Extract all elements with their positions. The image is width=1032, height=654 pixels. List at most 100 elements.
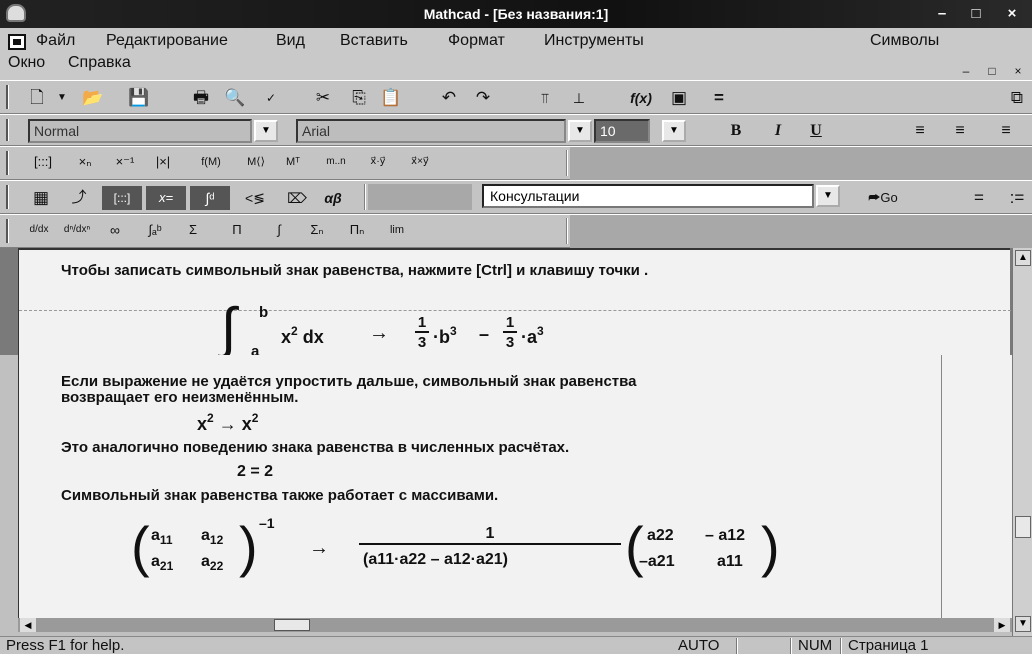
style-dropdown-icon[interactable]: ▼ bbox=[254, 120, 278, 142]
worksheet-body[interactable]: Если выражение не удаётся упростить даль… bbox=[18, 355, 1012, 618]
matrix-subscript-button[interactable]: ×ₙ bbox=[70, 150, 100, 174]
toolbar-grip[interactable] bbox=[6, 219, 9, 243]
hscroll-thumb[interactable] bbox=[274, 619, 310, 631]
infinity-button[interactable]: ∞ bbox=[100, 218, 130, 242]
resources-select[interactable]: Консультации bbox=[482, 184, 814, 208]
toolbar-grip[interactable] bbox=[6, 85, 9, 109]
mdi-close-button[interactable]: × bbox=[1010, 64, 1026, 78]
matrix-inverse-button[interactable]: ×⁻¹ bbox=[110, 150, 140, 174]
menu-insert[interactable]: Вставить bbox=[340, 32, 408, 50]
toolbar-grip[interactable] bbox=[6, 119, 9, 141]
new-icon[interactable]: 🗋 bbox=[24, 86, 50, 110]
scroll-down-arrow-icon[interactable]: ▼ bbox=[1015, 616, 1031, 632]
font-dropdown-icon[interactable]: ▼ bbox=[568, 120, 592, 142]
integrand[interactable]: x2 dx bbox=[281, 324, 324, 348]
undo-icon[interactable]: ↶ bbox=[436, 86, 462, 110]
cut-icon[interactable]: ✂ bbox=[310, 86, 336, 110]
copy-icon[interactable]: ⎘ bbox=[346, 86, 372, 110]
transpose-button[interactable]: Mᵀ bbox=[278, 150, 308, 174]
scroll-left-arrow-icon[interactable]: ◀ bbox=[20, 618, 36, 632]
limit-button[interactable]: lim bbox=[380, 218, 414, 242]
style-select[interactable]: Normal bbox=[28, 119, 252, 143]
save-icon[interactable]: 💾 bbox=[126, 86, 152, 110]
boolean-palette-icon[interactable]: <≶ bbox=[242, 186, 268, 210]
menu-edit[interactable]: Редактирование bbox=[106, 32, 228, 50]
minimize-button[interactable]: – bbox=[928, 4, 956, 24]
menu-file[interactable]: Файл bbox=[36, 32, 75, 50]
text-region-3[interactable]: Это аналогично поведению знака равенства… bbox=[61, 439, 569, 456]
scroll-right-arrow-icon[interactable]: ▶ bbox=[994, 618, 1010, 632]
product-button[interactable]: Πₙ bbox=[342, 218, 372, 242]
font-select[interactable]: Arial bbox=[296, 119, 566, 143]
indefinite-integral-button[interactable]: ∫ bbox=[264, 218, 294, 242]
menu-tools[interactable]: Инструменты bbox=[544, 32, 644, 50]
derivative-button[interactable]: d/dx bbox=[24, 218, 54, 242]
calculus-palette-icon[interactable]: ∫ᵈ bbox=[190, 186, 230, 210]
italic-button[interactable]: I bbox=[766, 119, 790, 143]
font-size-dropdown-icon[interactable]: ▼ bbox=[662, 120, 686, 142]
menu-help[interactable]: Справка bbox=[68, 54, 131, 72]
text-region-4[interactable]: Символьный знак равенства также работает… bbox=[61, 487, 498, 504]
print-preview-icon[interactable]: 🔍 bbox=[222, 86, 248, 110]
text-region-2b[interactable]: возвращает его неизменённым. bbox=[61, 389, 298, 406]
calculate-icon[interactable]: = bbox=[706, 86, 732, 110]
matrix-palette-icon[interactable]: [:::] bbox=[102, 186, 142, 210]
x-squared-expression[interactable]: x2 → x2 bbox=[197, 411, 258, 435]
range-sum-button[interactable]: Σ bbox=[178, 218, 208, 242]
go-button[interactable]: ⮫Go bbox=[858, 186, 908, 210]
two-equals-two[interactable]: 2 = 2 bbox=[237, 463, 273, 481]
spell-check-icon[interactable]: ✓ bbox=[258, 86, 284, 110]
definite-integral-button[interactable]: ∫ₐᵇ bbox=[140, 218, 170, 242]
mdi-minimize-button[interactable]: – bbox=[958, 64, 974, 78]
insert-function-icon[interactable]: f(x) bbox=[628, 86, 654, 110]
sum-button[interactable]: Σₙ bbox=[302, 218, 332, 242]
determinant-button[interactable]: |×| bbox=[148, 150, 178, 174]
close-button[interactable]: × bbox=[998, 4, 1026, 24]
print-icon[interactable]: 🖶 bbox=[188, 86, 214, 110]
programming-palette-icon[interactable]: ⌦ bbox=[284, 186, 310, 210]
insert-unit-icon[interactable]: ▣ bbox=[666, 86, 692, 110]
align-across-icon[interactable]: ⫪ bbox=[532, 86, 558, 110]
document-icon[interactable] bbox=[8, 34, 26, 50]
font-size-select[interactable]: 10 bbox=[594, 119, 650, 143]
cross-product-button[interactable]: x⃗×y⃗ bbox=[400, 150, 440, 174]
align-down-icon[interactable]: ⊥ bbox=[566, 86, 592, 110]
vectorize-button[interactable]: f(M) bbox=[192, 150, 230, 174]
open-icon[interactable]: 📂 bbox=[80, 86, 106, 110]
mdi-restore-button[interactable]: □ bbox=[984, 64, 1000, 78]
equals-button[interactable]: = bbox=[966, 186, 992, 210]
worksheet-top[interactable]: Чтобы записать символьный знак равенства… bbox=[18, 248, 1011, 360]
matrix-column-button[interactable]: M⟨⟩ bbox=[238, 150, 274, 174]
resources-dropdown-icon[interactable]: ▼ bbox=[816, 185, 840, 207]
menu-view[interactable]: Вид bbox=[276, 32, 305, 50]
underline-button[interactable]: U bbox=[804, 119, 828, 143]
align-left-icon[interactable]: ≡ bbox=[908, 119, 932, 143]
greek-palette-icon[interactable]: αβ bbox=[320, 186, 346, 210]
nth-derivative-button[interactable]: dⁿ/dxⁿ bbox=[60, 218, 94, 242]
text-region-1[interactable]: Чтобы записать символьный знак равенства… bbox=[61, 262, 648, 279]
maximize-button[interactable]: □ bbox=[962, 4, 990, 24]
toolbar-grip[interactable] bbox=[6, 151, 9, 175]
menu-format[interactable]: Формат bbox=[448, 32, 505, 50]
matrix-insert-button[interactable]: [:::] bbox=[28, 150, 58, 174]
redo-icon[interactable]: ↷ bbox=[470, 86, 496, 110]
text-region-2a[interactable]: Если выражение не удаётся упростить даль… bbox=[61, 373, 637, 390]
calculator-palette-icon[interactable]: ▦ bbox=[28, 186, 54, 210]
horizontal-scrollbar[interactable]: ◀ ▶ bbox=[18, 618, 1012, 632]
range-product-button[interactable]: Π bbox=[222, 218, 252, 242]
align-center-icon[interactable]: ≡ bbox=[948, 119, 972, 143]
scroll-thumb[interactable] bbox=[1015, 516, 1031, 538]
dot-product-button[interactable]: x⃗·y⃗ bbox=[360, 150, 396, 174]
component-icon[interactable]: ⧉ bbox=[1004, 86, 1030, 110]
range-variable-button[interactable]: m..n bbox=[316, 150, 356, 174]
definition-button[interactable]: := bbox=[1004, 186, 1030, 210]
menu-window[interactable]: Окно bbox=[8, 54, 45, 72]
scroll-up-arrow-icon[interactable]: ▲ bbox=[1015, 250, 1031, 266]
graph-palette-icon[interactable]: ⤴ bbox=[66, 186, 92, 210]
evaluation-palette-icon[interactable]: x= bbox=[146, 186, 186, 210]
vertical-scrollbar[interactable]: ▲ ▼ bbox=[1012, 248, 1032, 636]
new-dropdown-icon[interactable]: ▼ bbox=[54, 86, 70, 110]
toolbar-grip[interactable] bbox=[6, 185, 9, 209]
menu-symbolics[interactable]: Символы bbox=[870, 32, 939, 50]
bold-button[interactable]: B bbox=[724, 119, 748, 143]
